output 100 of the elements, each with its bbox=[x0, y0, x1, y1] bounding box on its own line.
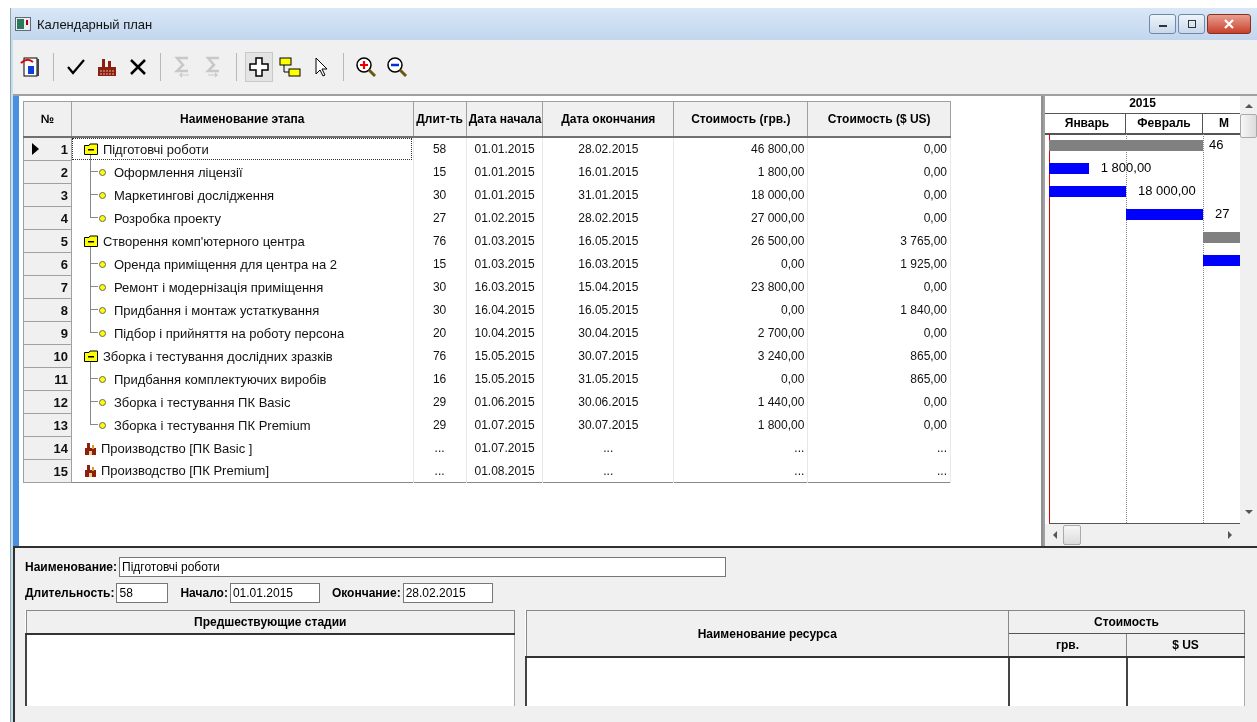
table-cell: 01.06.2015 bbox=[466, 390, 543, 414]
row-header[interactable]: 4 bbox=[23, 206, 72, 230]
table-cell: 28.02.2015 bbox=[542, 206, 674, 230]
table-cell: 1 925,00 bbox=[807, 252, 951, 276]
row-header[interactable]: 6 bbox=[23, 252, 72, 276]
row-header[interactable]: 7 bbox=[23, 275, 72, 299]
bullet-icon bbox=[98, 375, 106, 383]
month-header: Январь bbox=[1049, 114, 1126, 133]
name-field[interactable]: Підготовчі роботи bbox=[119, 557, 727, 577]
table-cell: 30.07.2015 bbox=[542, 344, 674, 368]
table-cell: 0,00 bbox=[673, 252, 808, 276]
column-header[interactable]: Длит-ть bbox=[413, 101, 467, 137]
table-cell: 01.01.2015 bbox=[466, 160, 543, 184]
stage-name: Зборка і тестування ПК Basic bbox=[113, 394, 291, 410]
table-cell: ... bbox=[673, 436, 808, 460]
row-header[interactable]: 2 bbox=[23, 160, 72, 184]
year-header: 2015 bbox=[1045, 96, 1240, 114]
table-cell: 30 bbox=[413, 183, 467, 207]
bullet-icon bbox=[98, 168, 106, 176]
table-cell: 01.01.2015 bbox=[466, 183, 543, 207]
column-header: Стоимость bbox=[1008, 610, 1245, 634]
minimize-button[interactable] bbox=[1149, 14, 1176, 34]
table-cell: ... bbox=[807, 459, 951, 483]
table-cell: 76 bbox=[413, 229, 467, 253]
maximize-button[interactable] bbox=[1178, 14, 1205, 34]
table-cell: 1 440,00 bbox=[673, 390, 808, 414]
stage-name: Придбання і монтаж устаткування bbox=[113, 302, 320, 318]
stage-name: Оренда приміщення для центра на 2 bbox=[113, 256, 338, 272]
factory-icon bbox=[83, 464, 97, 478]
field-label: Длительность: bbox=[25, 586, 115, 600]
stage-name: Придбання комплектуючих виробів bbox=[113, 371, 327, 387]
table-cell: 01.02.2015 bbox=[466, 206, 543, 230]
stage-name: Зборка і тестування дослідних зразків bbox=[102, 348, 333, 364]
stage-name: Створення комп'ютерного центра bbox=[102, 233, 305, 249]
scroll-up-icon[interactable] bbox=[1243, 102, 1254, 110]
row-header[interactable]: 14 bbox=[23, 436, 72, 460]
bullet-icon bbox=[98, 260, 106, 268]
row-header[interactable]: 1 bbox=[23, 137, 72, 161]
duration-field[interactable]: 58 bbox=[116, 583, 169, 603]
folder-icon[interactable] bbox=[83, 235, 98, 247]
scroll-thumb[interactable] bbox=[1240, 114, 1257, 138]
table-cell: 30.06.2015 bbox=[542, 390, 674, 414]
folder-icon[interactable] bbox=[83, 143, 98, 156]
month-header: М bbox=[1218, 115, 1230, 132]
column-header[interactable]: Стоимость (грв.) bbox=[673, 101, 808, 137]
scroll-left-icon[interactable] bbox=[1051, 530, 1059, 540]
end-date-field[interactable]: 28.02.2015 bbox=[402, 583, 493, 603]
close-icon bbox=[1224, 19, 1234, 29]
column-header: Наименование ресурса bbox=[526, 610, 1009, 657]
column-header[interactable]: Дата начала bbox=[466, 101, 543, 137]
scroll-thumb[interactable] bbox=[1063, 525, 1081, 545]
start-date-field[interactable]: 01.01.2015 bbox=[229, 583, 320, 603]
table-cell: 0,00 bbox=[807, 390, 951, 414]
table-cell: 23 800,00 bbox=[673, 275, 808, 299]
plus-button[interactable] bbox=[245, 52, 273, 82]
table-cell: 16.05.2015 bbox=[542, 298, 674, 322]
bullet-icon bbox=[98, 421, 106, 429]
row-header[interactable]: 10 bbox=[23, 344, 72, 368]
task-bar bbox=[1203, 255, 1240, 266]
column-header[interactable]: Стоимость ($ US) bbox=[807, 101, 951, 137]
table-cell: 27 000,00 bbox=[673, 206, 808, 230]
row-header[interactable]: 13 bbox=[23, 413, 72, 437]
table-cell: 0,00 bbox=[807, 413, 951, 437]
table-cell: 16.03.2015 bbox=[542, 252, 674, 276]
table-cell: 16.03.2015 bbox=[466, 275, 543, 299]
close-button[interactable] bbox=[1207, 14, 1251, 34]
bar-label: 18 000,00 bbox=[1138, 183, 1196, 198]
zoom-out-icon bbox=[385, 55, 409, 79]
folder-icon[interactable] bbox=[83, 350, 98, 362]
stage-name: Підготовчі роботи bbox=[102, 141, 209, 157]
vertical-scrollbar[interactable] bbox=[1240, 96, 1257, 546]
table-cell: 1 800,00 bbox=[673, 413, 808, 437]
table-cell: 0,00 bbox=[807, 206, 951, 230]
table-cell: 27 bbox=[413, 206, 467, 230]
horizontal-scrollbar[interactable] bbox=[1045, 524, 1240, 546]
row-header[interactable]: 9 bbox=[23, 321, 72, 345]
table-cell: 30 bbox=[413, 298, 467, 322]
table-cell: 31.01.2015 bbox=[542, 183, 674, 207]
table-cell: 01.03.2015 bbox=[466, 252, 543, 276]
table-cell: 01.03.2015 bbox=[466, 229, 543, 253]
column-header[interactable]: Наименование этапа bbox=[71, 101, 413, 137]
table-cell: 18 000,00 bbox=[673, 183, 808, 207]
scroll-down-icon[interactable] bbox=[1243, 508, 1254, 516]
bullet-icon bbox=[98, 191, 106, 199]
stage-name: Маркетингові дослідження bbox=[113, 187, 275, 203]
app-icon bbox=[15, 17, 31, 31]
bar-label: 46 bbox=[1209, 137, 1224, 152]
row-header[interactable]: 12 bbox=[23, 390, 72, 414]
scroll-right-icon[interactable] bbox=[1226, 530, 1234, 540]
row-header[interactable]: 5 bbox=[23, 229, 72, 253]
row-header[interactable]: 8 bbox=[23, 298, 72, 322]
column-header[interactable]: Дата окончания bbox=[542, 101, 674, 137]
table-cell: 0,00 bbox=[673, 298, 808, 322]
table-cell: 16.05.2015 bbox=[542, 229, 674, 253]
task-bar bbox=[1049, 163, 1089, 174]
table-cell: 15.05.2015 bbox=[466, 344, 543, 368]
row-header[interactable]: 11 bbox=[23, 367, 72, 391]
row-header[interactable]: 3 bbox=[23, 183, 72, 207]
column-header[interactable]: № bbox=[23, 101, 72, 137]
row-header[interactable]: 15 bbox=[23, 459, 72, 483]
